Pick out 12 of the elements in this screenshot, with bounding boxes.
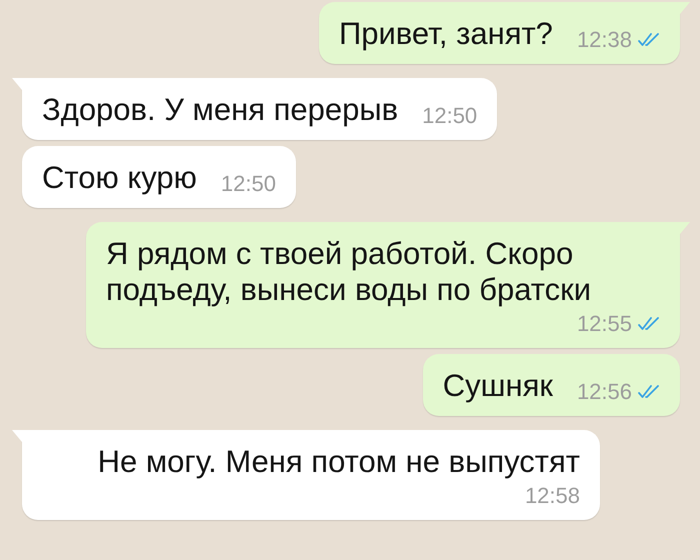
message-time: 12:38 [576,28,632,52]
message-time: 12:58 [524,484,580,508]
message-text: Сушняк [442,368,553,404]
message-text: Стою курю [42,160,197,196]
message-time: 12:56 [576,380,632,404]
message-text: Не могу. Меня потом не выпустят [98,444,580,480]
message-time: 12:50 [422,104,478,128]
message-text: Привет, занят? [338,16,553,52]
message-time: 12:50 [220,172,276,196]
message-text: Здоров. У меня перерыв [42,92,398,128]
message-text: Я рядом с твоей работой. Скоро подъеду, вынеси воды по братски [106,236,592,308]
message-time: 12:55 [576,312,632,336]
